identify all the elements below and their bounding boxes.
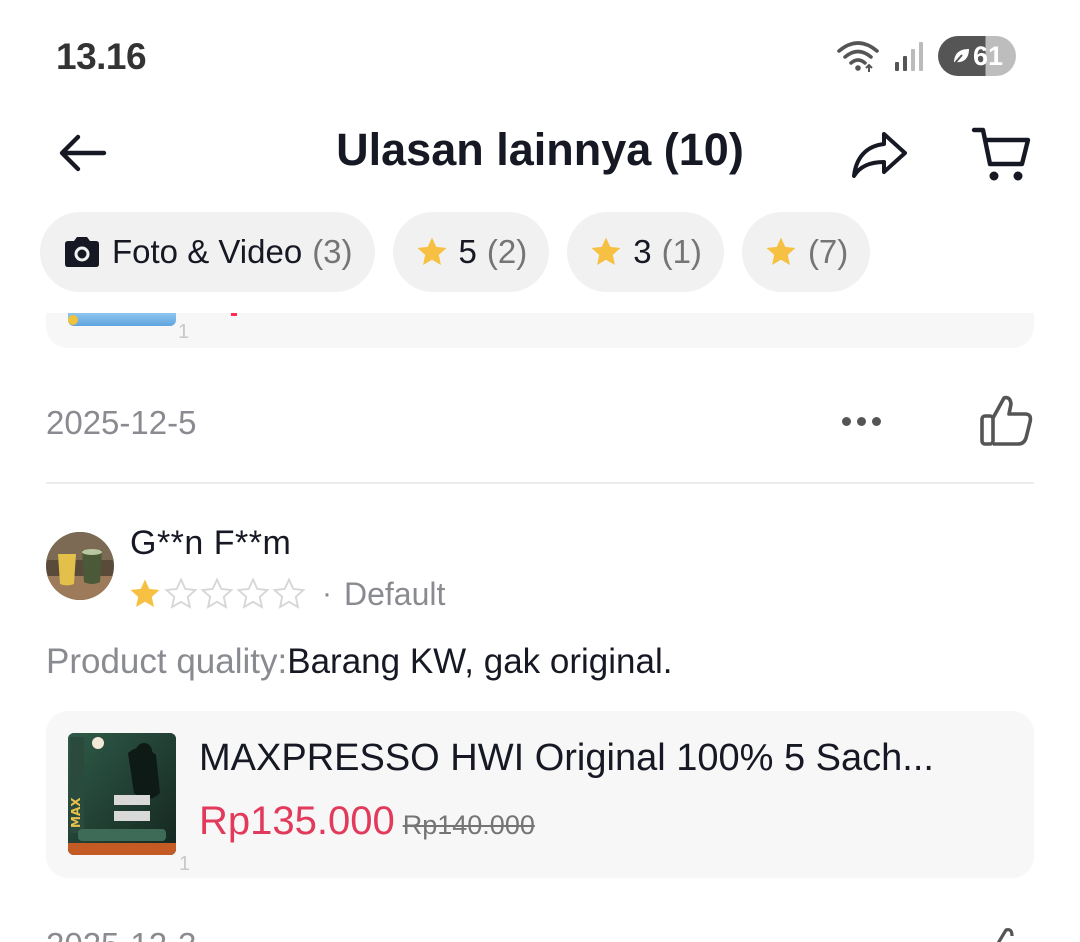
filter-chip-count: (7) bbox=[807, 233, 849, 270]
review-date: 2025-12-5 bbox=[46, 404, 197, 441]
review-filters: Foto & Video (3) 5 (2) 3 (1) (7) bbox=[40, 212, 871, 292]
battery-indicator: 61 bbox=[938, 36, 1016, 76]
share-icon bbox=[852, 132, 907, 178]
share-button[interactable] bbox=[850, 124, 910, 184]
review-text-label: Product quality: bbox=[46, 642, 288, 681]
cart-button[interactable] bbox=[970, 122, 1032, 186]
dot bbox=[841, 416, 851, 426]
avatar[interactable] bbox=[46, 532, 114, 600]
separator-dot: · bbox=[322, 577, 332, 610]
camera-icon bbox=[62, 235, 102, 269]
header: Ulasan lainnya (10) bbox=[0, 110, 1080, 196]
star-rating bbox=[128, 577, 306, 611]
review-text: Product quality:Barang KW, gak original. bbox=[46, 642, 672, 682]
thumbnail-index: 1 bbox=[179, 853, 191, 875]
review-text-body: Barang KW, gak original. bbox=[287, 642, 673, 681]
status-icons: 61 bbox=[836, 36, 1016, 76]
product-variant: Default bbox=[344, 575, 446, 612]
star-empty-icon bbox=[164, 577, 198, 609]
svg-text:MAX: MAX bbox=[69, 797, 83, 828]
filter-chip-3-star[interactable]: 3 (1) bbox=[567, 212, 724, 292]
star-filled-icon bbox=[130, 579, 160, 608]
product-price: Rp135.000 bbox=[199, 799, 395, 843]
product-name: MAXPRESSO HWI Original 100% 5 Sach... bbox=[199, 737, 934, 779]
star-empty-icon bbox=[272, 577, 306, 609]
dot bbox=[856, 416, 866, 426]
battery-level: 61 bbox=[972, 40, 1004, 71]
wifi-icon bbox=[837, 41, 879, 72]
star-icon bbox=[589, 235, 623, 269]
star-icon bbox=[764, 235, 798, 269]
filter-chip-count: (1) bbox=[661, 233, 702, 270]
star-empty-icon bbox=[200, 577, 234, 609]
product-thumbnail bbox=[68, 313, 176, 326]
filter-chip-5-star[interactable]: 5 (2) bbox=[392, 212, 550, 292]
filter-chip-photo-video[interactable]: Foto & Video (3) bbox=[40, 212, 375, 292]
status-time: 13.16 bbox=[56, 36, 147, 77]
filter-chip-label: 3 bbox=[633, 233, 652, 270]
star-icon bbox=[415, 235, 449, 269]
leaf-icon bbox=[953, 49, 969, 65]
page-title: Ulasan lainnya (10) bbox=[336, 124, 744, 175]
thumbs-up-icon bbox=[980, 395, 1033, 446]
product-card[interactable]: MAX 1 MAXPRESSO HWI Original 100% 5 Sach… bbox=[46, 711, 1034, 878]
thumbnail-detail bbox=[68, 315, 78, 325]
filter-chip-star[interactable]: (7) bbox=[741, 212, 871, 292]
thumbnail-index: 1 bbox=[178, 321, 190, 343]
price-row: Rp135.000 Rp140.000 bbox=[199, 799, 535, 844]
star-empty-icon bbox=[236, 577, 270, 609]
review-rating-row: · Default bbox=[128, 574, 445, 614]
review-meta-row: 2025-12-5 bbox=[46, 392, 1034, 452]
review-date-partial: 2025-12-3 bbox=[46, 928, 206, 942]
filter-chip-count: (3) bbox=[312, 233, 353, 270]
product-thumbnail: MAX bbox=[68, 733, 176, 855]
thumbs-up-icon[interactable] bbox=[990, 924, 1020, 942]
filter-chip-label: Foto & Video bbox=[112, 233, 303, 270]
dot bbox=[871, 416, 881, 426]
more-options-button[interactable] bbox=[836, 406, 886, 436]
signal-icon bbox=[895, 42, 923, 71]
status-bar: 13.16 61 bbox=[0, 0, 1080, 110]
filter-chip-count: (2) bbox=[486, 233, 528, 270]
cart-icon bbox=[971, 127, 1031, 181]
price-fragment bbox=[231, 313, 237, 316]
reviewer-name: G**n F**m bbox=[130, 524, 292, 562]
product-original-price: Rp140.000 bbox=[402, 810, 535, 840]
divider bbox=[46, 482, 1034, 484]
filter-chip-label: 5 bbox=[458, 233, 477, 270]
like-button[interactable] bbox=[978, 392, 1036, 450]
product-card-partial[interactable]: 1 bbox=[46, 313, 1034, 348]
